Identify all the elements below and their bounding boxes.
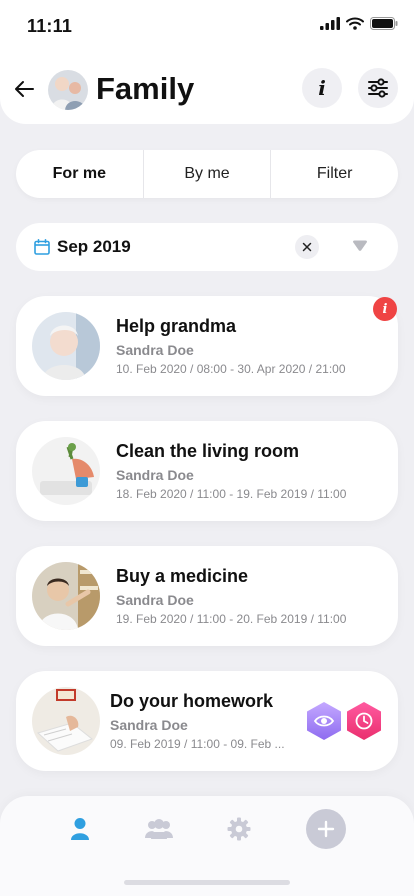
task-card[interactable]: Clean the living room Sandra Doe 18. Feb… (16, 421, 398, 521)
task-period: 10. Feb 2020 / 08:00 - 30. Apr 2020 / 21… (116, 362, 346, 376)
tab-filter[interactable]: Filter (270, 150, 398, 198)
date-filter[interactable]: Sep 2019 (16, 223, 398, 271)
alert-info-icon[interactable]: i (373, 297, 397, 321)
person-icon (71, 818, 89, 840)
info-button[interactable]: i (302, 68, 342, 108)
status-bar: 11:11 (0, 0, 414, 52)
task-avatar (32, 562, 100, 630)
task-title: Buy a medicine (116, 566, 249, 586)
family-avatar (48, 70, 88, 110)
battery-icon (370, 17, 398, 30)
task-period: 18. Feb 2020 / 11:00 - 19. Feb 2019 / 11… (116, 487, 347, 501)
gear-icon (227, 817, 251, 841)
view-segmented-control: For me By me Filter (16, 150, 398, 198)
date-filter-value: Sep 2019 (57, 237, 131, 256)
task-assignee: Sandra Doe (116, 467, 194, 483)
calendar-icon (34, 239, 50, 255)
task-period: 09. Feb 2019 / 11:00 - 09. Feb ... (110, 737, 285, 751)
tab-for-me[interactable]: For me (16, 150, 143, 198)
tab-by-me[interactable]: By me (142, 150, 271, 198)
clear-date-button[interactable] (295, 235, 319, 259)
clock-alarm-icon[interactable] (345, 701, 383, 741)
task-period: 19. Feb 2020 / 11:00 - 20. Feb 2019 / 11… (116, 612, 347, 626)
watch-eye-icon[interactable] (305, 701, 343, 741)
plus-icon (317, 820, 335, 838)
app-header: Family i (0, 52, 414, 124)
task-card[interactable]: Buy a medicine Sandra Doe 19. Feb 2020 /… (16, 546, 398, 646)
tab-settings[interactable] (226, 816, 252, 842)
task-avatar (32, 312, 100, 380)
task-card[interactable]: Help grandma Sandra Doe 10. Feb 2020 / 0… (16, 296, 398, 396)
tab-family[interactable] (144, 816, 174, 842)
task-avatar (32, 687, 100, 755)
group-icon (145, 819, 173, 839)
info-icon: i (318, 76, 326, 100)
settings-button[interactable] (358, 68, 398, 108)
close-icon (302, 242, 312, 252)
sliders-icon (368, 78, 388, 98)
page-title: Family (96, 71, 195, 106)
signal-icon (320, 17, 340, 30)
add-task-button[interactable] (306, 809, 346, 849)
home-indicator (124, 880, 290, 885)
task-title: Do your homework (110, 691, 274, 711)
task-card[interactable]: Do your homework Sandra Doe 09. Feb 2019… (16, 671, 398, 771)
back-arrow-icon[interactable] (12, 76, 38, 102)
info-badge-label: i (382, 301, 388, 317)
tab-profile[interactable] (67, 816, 93, 842)
task-title: Help grandma (116, 316, 237, 336)
task-title: Clean the living room (116, 441, 300, 461)
status-time: 11:11 (27, 16, 73, 36)
status-icons (320, 17, 398, 30)
chevron-down-icon[interactable] (352, 240, 368, 252)
task-assignee: Sandra Doe (110, 717, 188, 733)
task-assignee: Sandra Doe (116, 342, 194, 358)
wifi-icon (346, 17, 364, 30)
task-assignee: Sandra Doe (116, 592, 194, 608)
bottom-tab-bar (0, 796, 414, 896)
task-avatar (32, 437, 100, 505)
